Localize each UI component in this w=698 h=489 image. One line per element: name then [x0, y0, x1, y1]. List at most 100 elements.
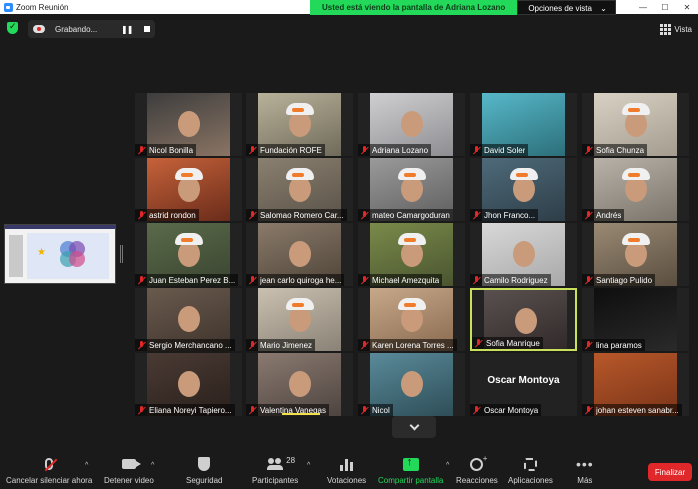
- participant-tile[interactable]: Oscar Montoya Oscar Montoya: [470, 353, 577, 416]
- microphone-muted-icon: [584, 340, 593, 350]
- participant-name-tag: Eliana Noreyi Tapiero...: [135, 404, 235, 416]
- participants-options-caret[interactable]: ^: [307, 462, 310, 469]
- apps-icon: [523, 457, 537, 471]
- security-label: Seguridad: [186, 476, 223, 485]
- participant-name-tag: Sergio Merchancano ...: [135, 339, 235, 351]
- cap-graphic: [398, 298, 426, 310]
- participant-name: Sofia Chunza: [596, 145, 645, 155]
- shared-screen-preview[interactable]: ★: [4, 224, 116, 284]
- view-button[interactable]: Vista: [660, 24, 692, 35]
- participant-name-tag: lina paramos: [582, 339, 645, 351]
- participant-name: Nicol: [372, 405, 390, 415]
- video-options-caret[interactable]: ^: [151, 462, 154, 469]
- polls-button[interactable]: Votaciones: [327, 456, 366, 485]
- microphone-muted-icon: [360, 340, 369, 350]
- microphone-muted-icon: [45, 458, 54, 470]
- participant-tile[interactable]: Juan Esteban Perez B...: [135, 223, 242, 286]
- view-options-label: Opciones de vista: [528, 4, 592, 13]
- more-button[interactable]: ••• Más: [576, 456, 594, 485]
- security-button[interactable]: Seguridad: [186, 456, 222, 485]
- unmute-button[interactable]: Cancelar silenciar ahora: [6, 456, 92, 485]
- participant-tile[interactable]: Jhon Franco...: [470, 158, 577, 221]
- participant-face: [401, 111, 423, 137]
- cap-graphic: [622, 103, 650, 115]
- reactions-button[interactable]: Reacciones: [456, 454, 498, 486]
- participant-tile[interactable]: Michael Amezquita: [358, 223, 465, 286]
- participant-name-tag: Fundación ROFE: [246, 144, 325, 156]
- stop-video-button[interactable]: Detener video: [104, 456, 154, 485]
- view-options-button[interactable]: Opciones de vista ⌄: [517, 0, 616, 15]
- participant-tile[interactable]: Karen Lorena Torres ...: [358, 288, 465, 351]
- microphone-muted-icon: [472, 405, 481, 415]
- share-screen-button[interactable]: Compartir pantalla: [378, 456, 443, 486]
- participants-label: Participantes: [252, 476, 299, 485]
- participant-tile[interactable]: Sofia Manrique: [470, 288, 577, 351]
- participant-tile[interactable]: Nicol: [358, 353, 465, 416]
- participant-tile[interactable]: Santiago Pulido: [582, 223, 689, 286]
- participants-button[interactable]: 28 Participantes: [252, 456, 298, 485]
- participant-tile[interactable]: Sergio Merchancano ...: [135, 288, 242, 351]
- participant-tile[interactable]: Mario Jimenez: [246, 288, 353, 351]
- participant-tile[interactable]: lina paramos: [582, 288, 689, 351]
- participant-name-tag: Nicol Bonilla: [135, 144, 197, 156]
- participant-tile[interactable]: Valentina Vanegas: [246, 353, 353, 416]
- participant-tile[interactable]: Sofia Chunza: [582, 93, 689, 156]
- cap-graphic: [175, 233, 203, 245]
- participant-tile[interactable]: Andrés: [582, 158, 689, 221]
- participant-tile[interactable]: Camilo Rodriguez: [470, 223, 577, 286]
- participant-tile[interactable]: astrid rondon: [135, 158, 242, 221]
- participant-tile[interactable]: Salomao Romero Car...: [246, 158, 353, 221]
- zoom-logo-icon: [4, 2, 13, 12]
- participant-name: Andrés: [596, 210, 622, 220]
- participant-name: Jhon Franco...: [484, 210, 536, 220]
- participant-name-tag: jean carlo quiroga he...: [246, 274, 345, 286]
- shield-icon: [198, 457, 211, 471]
- microphone-muted-icon: [137, 210, 146, 220]
- stop-recording-button[interactable]: [144, 26, 151, 32]
- participant-tile[interactable]: David Soler: [470, 93, 577, 156]
- close-window-button[interactable]: ✕: [676, 0, 698, 14]
- active-speaker-indicator: [282, 413, 320, 415]
- participant-tile[interactable]: jean carlo quiroga he...: [246, 223, 353, 286]
- encryption-shield-icon[interactable]: [7, 21, 18, 34]
- window-controls: — ☐ ✕: [632, 0, 698, 14]
- participant-tile[interactable]: johan esteven sanabr...: [582, 353, 689, 416]
- participant-name: mateo Camargoduran: [372, 210, 450, 220]
- apps-button[interactable]: Aplicaciones: [508, 456, 553, 485]
- cap-graphic: [398, 168, 426, 180]
- microphone-muted-icon: [248, 340, 257, 350]
- microphone-muted-icon: [360, 405, 369, 415]
- participant-name-tag: Camilo Rodriguez: [470, 274, 551, 286]
- collapse-gallery-button[interactable]: [392, 416, 436, 438]
- more-dots-icon: •••: [576, 456, 594, 472]
- participant-tile[interactable]: Fundación ROFE: [246, 93, 353, 156]
- participant-name: Santiago Pulido: [596, 275, 653, 285]
- panel-resize-handle[interactable]: [120, 245, 123, 263]
- minimize-button[interactable]: —: [632, 0, 654, 14]
- apps-label: Aplicaciones: [508, 476, 553, 485]
- participant-name: astrid rondon: [149, 210, 196, 220]
- microphone-muted-icon: [137, 340, 146, 350]
- participant-tile[interactable]: Nicol Bonilla: [135, 93, 242, 156]
- pause-recording-button[interactable]: ❚❚: [121, 25, 133, 34]
- participant-name: jean carlo quiroga he...: [260, 275, 342, 285]
- polls-label: Votaciones: [327, 476, 367, 485]
- share-options-caret[interactable]: ^: [446, 462, 449, 469]
- participant-name: Eliana Noreyi Tapiero...: [149, 405, 232, 415]
- participant-tile[interactable]: mateo Camargoduran: [358, 158, 465, 221]
- participant-name: Adriana Lozano: [372, 145, 429, 155]
- participant-face: [289, 241, 311, 267]
- participant-name-tag: Sofia Manrique: [472, 337, 543, 349]
- participant-tile[interactable]: Adriana Lozano: [358, 93, 465, 156]
- gallery-grid-icon: [660, 24, 672, 35]
- end-meeting-button[interactable]: Finalizar: [648, 463, 692, 481]
- participant-face: [178, 111, 200, 137]
- maximize-button[interactable]: ☐: [654, 0, 676, 14]
- participant-name: lina paramos: [596, 340, 642, 350]
- microphone-muted-icon: [584, 275, 593, 285]
- participant-name-tag: Jhon Franco...: [470, 209, 539, 221]
- microphone-muted-icon: [584, 405, 593, 415]
- cap-graphic: [286, 103, 314, 115]
- audio-options-caret[interactable]: ^: [85, 462, 88, 469]
- participant-tile[interactable]: Eliana Noreyi Tapiero...: [135, 353, 242, 416]
